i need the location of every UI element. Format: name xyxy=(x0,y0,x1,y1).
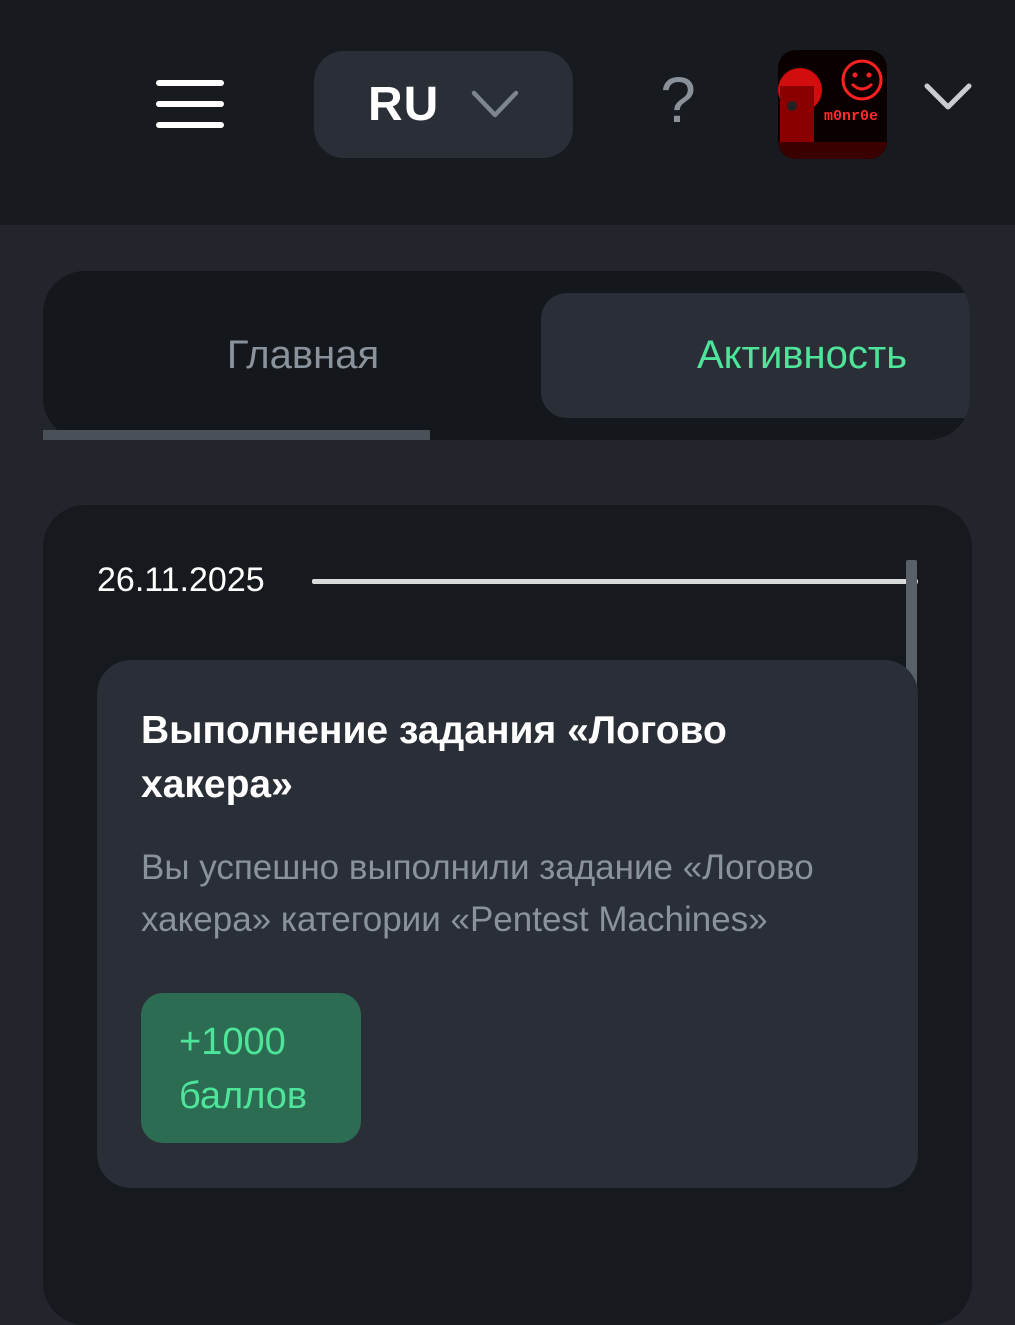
points-value: +1000 xyxy=(179,1021,286,1063)
tab-indicator xyxy=(43,430,430,440)
points-badge: +1000 баллов xyxy=(141,993,361,1143)
menu-line xyxy=(156,101,224,107)
chevron-down-icon xyxy=(471,90,519,118)
event-description: Вы успешно выполнили задание «Логово хак… xyxy=(141,848,814,939)
language-selector[interactable]: RU xyxy=(314,51,573,158)
activity-event-card: Выполнение задания «Логово хакера» Вы ус… xyxy=(97,660,918,1188)
date-label: 26.11.2025 xyxy=(97,561,265,599)
event-title: Выполнение задания «Логово хакера» xyxy=(141,709,727,806)
top-header: RU ? m0nr0e xyxy=(0,0,1015,225)
menu-line xyxy=(156,80,224,86)
activity-panel: 26.11.2025 Выполнение задания «Логово ха… xyxy=(43,505,972,1325)
language-label: RU xyxy=(368,78,440,131)
help-question-icon[interactable]: ? xyxy=(650,62,706,138)
points-unit: баллов xyxy=(179,1075,308,1117)
tab-bar: Главная Активность xyxy=(43,271,970,440)
avatar-handle-text: m0nr0e xyxy=(824,108,879,125)
tab-main[interactable]: Главная xyxy=(43,293,563,418)
menu-line xyxy=(156,122,224,128)
avatar[interactable]: m0nr0e xyxy=(778,50,887,159)
avatar-image xyxy=(778,50,887,159)
tab-activity[interactable]: Активность xyxy=(541,293,970,418)
account-chevron-down-icon[interactable] xyxy=(922,78,974,116)
date-divider xyxy=(312,579,918,584)
hamburger-menu-icon[interactable] xyxy=(150,72,230,136)
